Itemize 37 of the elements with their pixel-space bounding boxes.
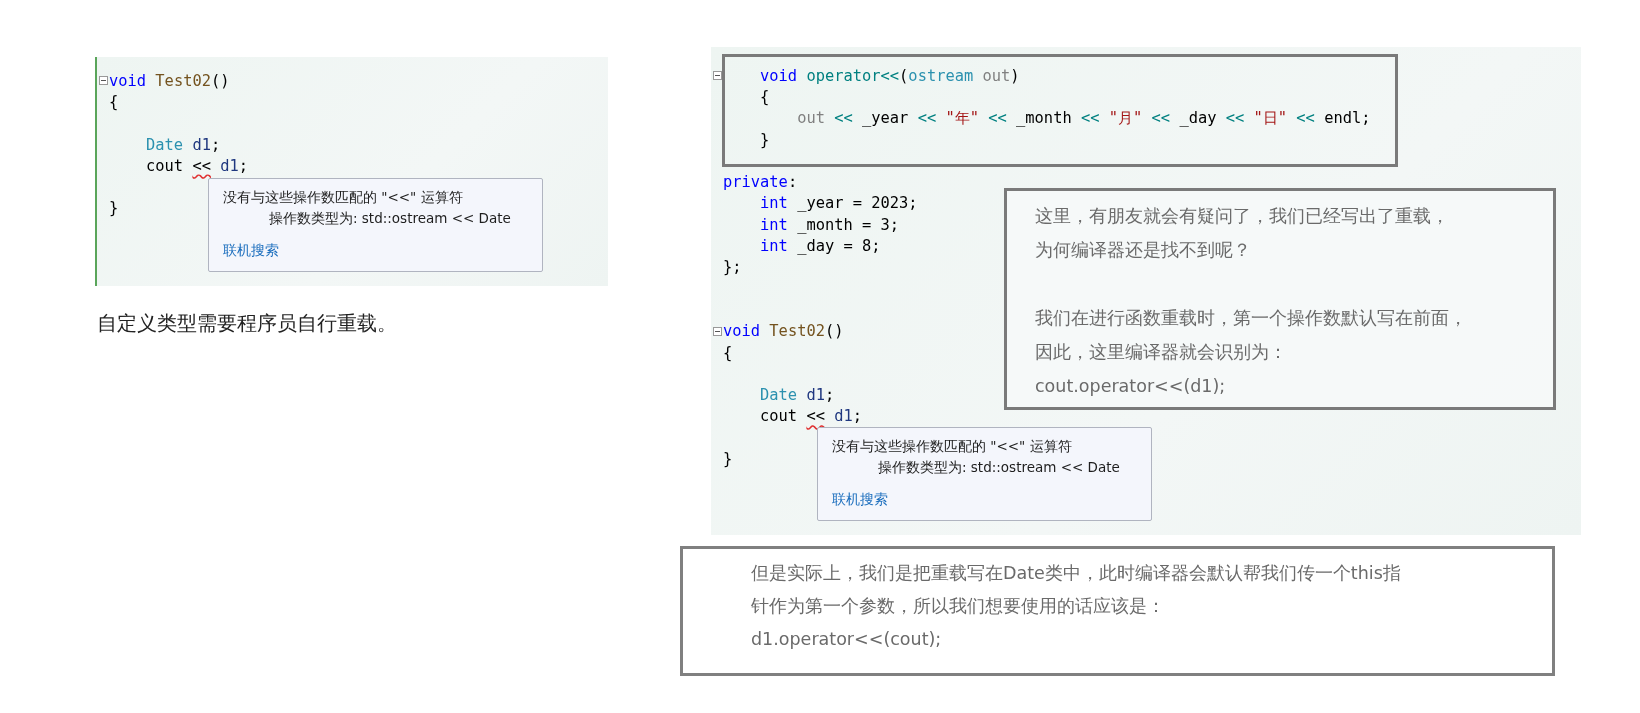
code-line: { [109, 92, 119, 111]
code-line: void operator<<(ostream out) [759, 66, 1020, 85]
code-line: void Test02() [723, 322, 844, 341]
code-line: int _day = 8; [759, 237, 881, 255]
error-detail: 操作数类型为: std::ostream << Date [877, 459, 1121, 477]
code-line: int _month = 3; [759, 215, 900, 234]
collapse-icon[interactable] [712, 326, 722, 336]
collapse-icon[interactable] [712, 71, 722, 81]
collapse-icon[interactable] [98, 76, 108, 86]
note-text: 我们在进行函数重载时，第一个操作数默认写在前面， [1035, 307, 1468, 330]
note-text: 因此，这里编译器就会识别为： [1035, 341, 1288, 364]
code-line: private: [723, 173, 798, 192]
note-text: 这里，有朋友就会有疑问了，我们已经写出了重载， [1035, 205, 1450, 228]
code-line: }; [723, 258, 742, 277]
caption-text: 自定义类型需要程序员自行重载。 [97, 310, 398, 337]
note-text: cout.operator<<(d1); [1035, 375, 1227, 398]
code-line: } [759, 130, 770, 149]
code-line: Date d1; [145, 135, 221, 154]
code-line: Date d1; [759, 386, 835, 405]
note-text: 针作为第一个参数，所以我们想要使用的话应该是： [751, 595, 1166, 618]
code-line: cout << d1; [759, 407, 863, 426]
code-line: int _year = 2023; [759, 194, 918, 213]
code-line: { [759, 87, 770, 106]
note-text: 为何编译器还是找不到呢？ [1035, 239, 1252, 262]
search-online-link[interactable]: 联机搜索 [223, 242, 279, 260]
code-line: { [723, 343, 733, 362]
code-line: } [109, 199, 119, 218]
error-message: 没有与这些操作数匹配的 "<<" 运算符 [223, 189, 464, 207]
note-text: d1.operator<<(cout); [751, 628, 943, 651]
code-line: } [723, 450, 733, 468]
code-line: cout << d1; [145, 156, 249, 175]
search-online-link[interactable]: 联机搜索 [832, 491, 888, 509]
error-detail: 操作数类型为: std::ostream << Date [268, 210, 512, 228]
note-text: 但是实际上，我们是把重载写在Date类中，此时编译器会默认帮我们传一个this指 [751, 562, 1402, 585]
code-line: void Test02() [109, 71, 230, 90]
code-line: out << _year << "年" << _month << "月" << _day << "日" << endl; [796, 107, 1371, 129]
error-message: 没有与这些操作数匹配的 "<<" 运算符 [832, 438, 1073, 456]
